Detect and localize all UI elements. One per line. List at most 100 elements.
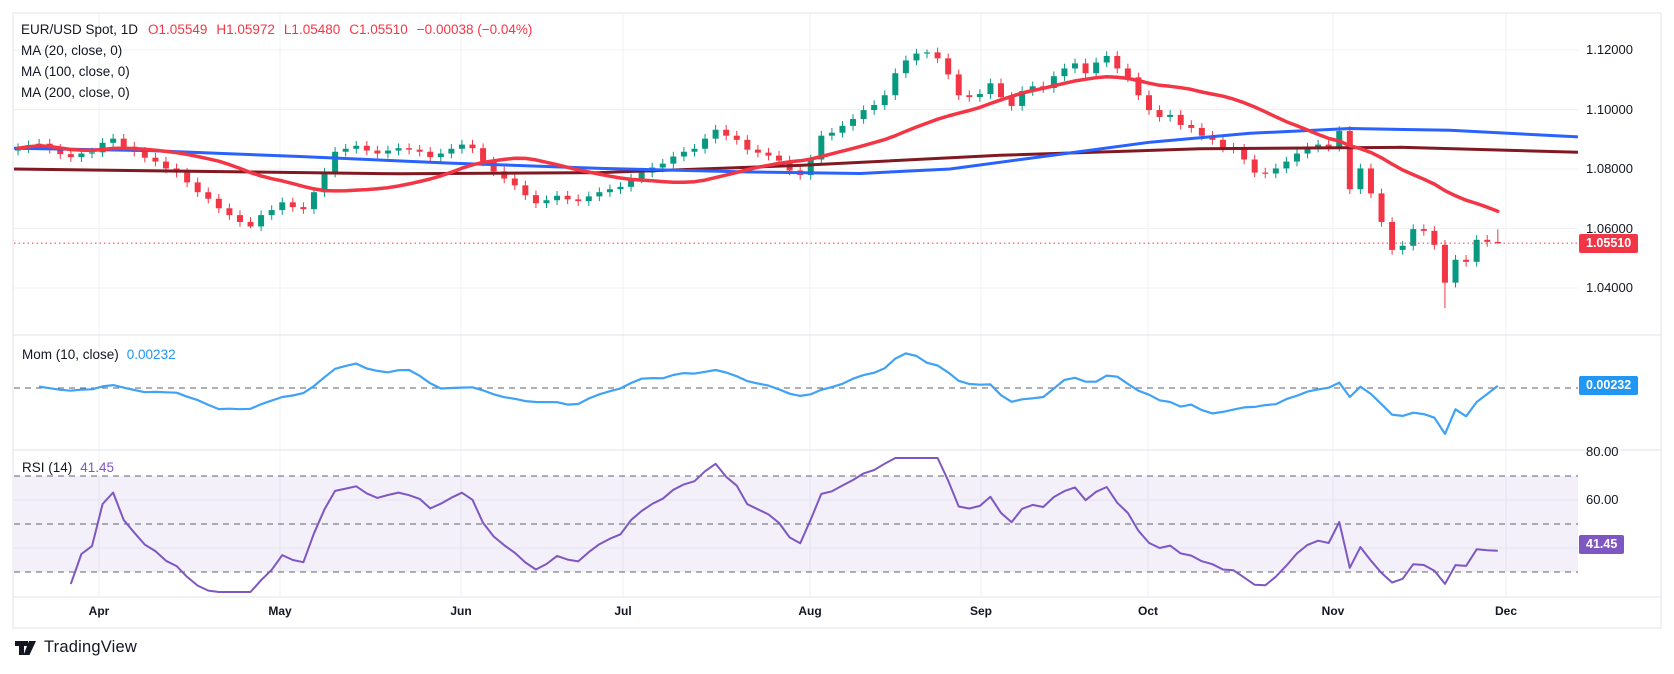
- candle: [289, 202, 296, 208]
- candle: [945, 58, 952, 75]
- momentum-value: 0.00232: [126, 347, 176, 362]
- ohlc-change: −0.00038 (−0.04%): [416, 22, 533, 37]
- tradingview-logo-text: TradingView: [44, 638, 137, 656]
- candle: [1093, 62, 1100, 74]
- candle: [913, 53, 920, 61]
- candle: [363, 145, 370, 151]
- candle: [554, 195, 561, 201]
- candle: [934, 52, 941, 59]
- candle: [374, 150, 381, 154]
- candle: [247, 221, 254, 227]
- candle: [458, 144, 465, 149]
- candle: [860, 110, 867, 120]
- candle: [839, 125, 846, 133]
- candle: [236, 215, 243, 222]
- candle: [395, 148, 402, 151]
- rsi-axis-label: 60.00: [1586, 492, 1619, 507]
- month-label-sep: Sep: [969, 604, 993, 618]
- candle: [1103, 55, 1110, 63]
- month-label-oct: Oct: [1137, 604, 1159, 618]
- candle: [342, 148, 349, 152]
- candle: [1262, 172, 1269, 174]
- candle: [184, 172, 191, 183]
- momentum-badge: 0.00232: [1579, 376, 1639, 396]
- candle: [924, 52, 931, 54]
- candle: [1452, 259, 1459, 283]
- candle: [987, 83, 994, 95]
- price-axis-label: 1.10000: [1586, 101, 1633, 117]
- candle: [723, 129, 730, 136]
- candle: [1293, 153, 1300, 162]
- tradingview-logo[interactable]: TradingView: [14, 638, 137, 657]
- candle: [998, 83, 1005, 98]
- candle: [1061, 68, 1068, 77]
- ma200-legend[interactable]: MA (200, close, 0): [21, 82, 541, 103]
- month-label-dec: Dec: [1494, 604, 1518, 618]
- candle: [691, 148, 698, 152]
- candle: [226, 208, 233, 216]
- candle: [1082, 63, 1089, 74]
- rsi-label: RSI (14): [22, 460, 73, 475]
- candle: [1188, 124, 1195, 128]
- ma100-legend[interactable]: MA (100, close, 0): [21, 61, 541, 82]
- candle: [1145, 95, 1152, 111]
- candle: [258, 215, 265, 227]
- candle: [575, 199, 582, 202]
- candle: [110, 138, 117, 143]
- candle: [194, 182, 201, 193]
- last-price-badge: 1.05510: [1579, 233, 1639, 253]
- candle: [490, 161, 497, 172]
- candle: [1410, 229, 1417, 246]
- symbol-title[interactable]: EUR/USD Spot, 1D: [21, 22, 138, 37]
- candle: [162, 161, 169, 169]
- candle: [617, 186, 624, 190]
- candle: [141, 151, 148, 158]
- candle: [1484, 239, 1491, 242]
- rsi-legend[interactable]: RSI (14) 41.45: [22, 460, 114, 475]
- candle: [1219, 139, 1226, 148]
- candle: [332, 151, 339, 173]
- candle: [1167, 114, 1174, 117]
- candle: [416, 149, 423, 152]
- ohlc-low: L1.05480: [283, 22, 341, 37]
- candle: [1251, 159, 1258, 173]
- candle: [712, 129, 719, 139]
- price-axis-label: 1.12000: [1586, 42, 1633, 57]
- rsi-value: 41.45: [80, 460, 115, 475]
- candle: [511, 178, 518, 186]
- candle: [522, 185, 529, 196]
- candle: [955, 74, 962, 96]
- candle: [1156, 110, 1163, 117]
- candle: [902, 60, 909, 74]
- candle: [1367, 168, 1374, 194]
- candle: [733, 135, 740, 140]
- candle: [976, 94, 983, 98]
- momentum-legend[interactable]: Mom (10, close) 0.00232: [22, 347, 176, 362]
- candle: [680, 151, 687, 157]
- candle: [88, 152, 95, 154]
- candle: [1463, 259, 1470, 262]
- candle: [310, 192, 317, 210]
- candle: [279, 202, 286, 211]
- candle: [1198, 127, 1205, 136]
- candle: [1072, 63, 1078, 69]
- candle: [120, 138, 127, 147]
- ma20-legend[interactable]: MA (20, close, 0): [21, 40, 541, 61]
- candle: [1283, 161, 1290, 169]
- candle: [268, 210, 275, 216]
- candle: [480, 148, 487, 162]
- candle: [1346, 130, 1353, 190]
- candle: [1389, 221, 1396, 250]
- candle: [754, 149, 761, 153]
- ohlc-close: C1.05510: [349, 22, 408, 37]
- candle: [543, 200, 550, 204]
- candle: [532, 195, 539, 204]
- candle: [1441, 244, 1448, 283]
- symbol-legend-row[interactable]: EUR/USD Spot, 1D O1.05549 H1.05972 L1.05480…: [21, 19, 541, 40]
- candle: [1114, 55, 1121, 69]
- candle: [850, 119, 857, 126]
- candle: [406, 148, 413, 150]
- month-label-nov: Nov: [1321, 604, 1345, 618]
- candle: [67, 154, 74, 158]
- candle: [564, 195, 571, 200]
